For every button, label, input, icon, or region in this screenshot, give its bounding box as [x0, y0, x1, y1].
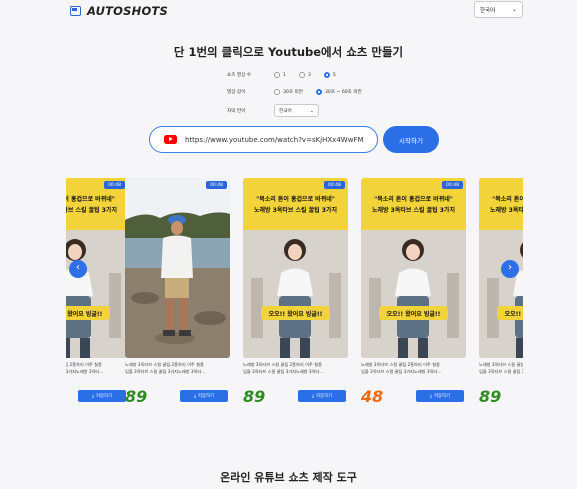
- duration-badge: 00:48: [206, 181, 227, 189]
- duration-badge: 00:48: [442, 181, 463, 189]
- short-description: 노래방 3옥타브 스킬 꿀팁 2흥하리 이주 칠종 입을 3옥타브 스킬 꿀팁 …: [479, 362, 523, 374]
- viral-score: 89: [125, 387, 148, 406]
- video-thumbnail: "목소리 톤이 훙겁으로 바뀌네" 노래방 3옥타브 스킬 꿀팁 3가지 오오!…: [243, 178, 348, 358]
- save-button[interactable]: ⤓ 저장하기: [298, 390, 346, 402]
- short-card[interactable]: "목소리 톤이 훙겁으로 바뀌네" 노래방 3옥타브 스킬 꿀팁 3가지 오오!…: [479, 178, 523, 406]
- short-card[interactable]: 00:48 노래방 3옥타브 스킬 꿀팁 2흥하리 이주 칠종 입을 3옥타브 …: [125, 178, 230, 406]
- start-button[interactable]: 시작하기: [383, 126, 439, 153]
- save-button[interactable]: ⤓ 저장하기: [416, 390, 464, 402]
- caption-top: "목소리 톤이 훙겁으로 바뀌네": [66, 195, 115, 203]
- length-radio-30-60[interactable]: 30초 ~ 60초 미만: [316, 89, 362, 95]
- short-card[interactable]: "목소리 톤이 훙겁으로 바뀌네" 노래방 3옥타브 스킬 꿀팁 3가지 오오!…: [361, 178, 466, 406]
- caption-mid: 노래방 3옥타브 스킬 꿀팁 3가지: [490, 206, 523, 214]
- brand-name: AUTOSHOTS: [87, 4, 168, 18]
- caption-mid: 노래방 3옥타브 스킬 꿀팁 3가지: [372, 206, 455, 214]
- video-thumbnail: "목소리 톤이 훙겁으로 바뀌네" 노래방 3옥타브 스킬 꿀팁 3가지 오오!…: [361, 178, 466, 358]
- count-radio-1[interactable]: 1: [274, 72, 286, 78]
- chevron-down-icon: ⌄: [511, 6, 517, 13]
- download-icon: ⤓: [311, 394, 314, 399]
- download-icon: ⤓: [429, 394, 432, 399]
- subtitle-language-select[interactable]: 한국어 ⌄: [274, 104, 319, 117]
- caption-top: "목소리 톤이 훙겁으로 바뀌네": [374, 195, 453, 203]
- video-thumbnail-frame[interactable]: 00:48: [125, 178, 230, 358]
- caption-top: "목소리 톤이 훙겁으로 바뀌네": [492, 195, 523, 203]
- caption-bottom: 오오!! 왔어요 빙글!!: [269, 310, 323, 318]
- video-thumbnail: [125, 178, 230, 358]
- carousel-prev-button[interactable]: ‹: [69, 260, 87, 278]
- youtube-url-value: https://www.youtube.com/watch?v=sKjHXx4W…: [185, 135, 364, 144]
- length-radio-under-30[interactable]: 30초 미만: [274, 89, 303, 95]
- video-thumbnail-frame[interactable]: "목소리 톤이 훙겁으로 바뀌네" 노래방 3옥타브 스킬 꿀팁 3가지 오오!…: [243, 178, 348, 358]
- caption-bottom: 오오!! 왔어요 빙글!!: [387, 310, 441, 318]
- download-icon: ⤓: [193, 394, 196, 399]
- save-button[interactable]: ⤓ 저장하기: [180, 390, 228, 402]
- short-description: 노래방 3옥타브 스킬 꿀팁 2흥하리 이주 칠종 입을 3옥타브 스킬 꿀팁 …: [243, 362, 324, 374]
- duration-badge: 00:48: [324, 181, 345, 189]
- viral-score: 89: [479, 387, 502, 406]
- video-thumbnail-frame[interactable]: "목소리 톤이 훙겁으로 바뀌네" 노래방 3옥타브 스킬 꿀팁 3가지 오오!…: [361, 178, 466, 358]
- language-select[interactable]: 한국어 ⌄: [474, 1, 523, 18]
- caption-mid: 노래방 3옥타브 스킬 꿀팁 3가지: [254, 206, 337, 214]
- short-description: 노래방 3옥타브 스킬 꿀팁 2흥하리 이주 칠종 입을 3옥타브 스킬 꿀팁 …: [361, 362, 442, 374]
- viral-score: 89: [243, 387, 266, 406]
- caption-mid: 노래방 3옥타브 스킬 꿀팁 3가지: [66, 206, 117, 214]
- caption-bottom: 오오!! 왔어요 빙글!!: [505, 310, 523, 318]
- radio-icon: [298, 72, 305, 78]
- shorts-carousel: "목소리 톤이 훙겁으로 바뀌네" 노래방 3옥타브 스킬 꿀팁 3가지 오오!…: [66, 178, 523, 406]
- subtitle-language-row: 자막 언어 한국어 ⌄: [227, 104, 319, 117]
- count-radio-5[interactable]: 5: [323, 72, 336, 78]
- subtitle-language-label: 자막 언어: [227, 108, 246, 114]
- youtube-url-input[interactable]: https://www.youtube.com/watch?v=sKjHXx4W…: [149, 126, 378, 153]
- carousel-next-button[interactable]: ›: [501, 260, 519, 278]
- logo[interactable]: AUTOSHOTS: [70, 4, 168, 18]
- short-card[interactable]: "목소리 톤이 훙겁으로 바뀌네" 노래방 3옥타브 스킬 꿀팁 3가지 오오!…: [243, 178, 348, 406]
- shorts-count-label: 쇼츠 영상 수: [227, 73, 252, 78]
- duration-badge: 00:48: [104, 181, 125, 189]
- caption-bottom: 오오!! 왔어요 빙글!!: [66, 310, 102, 318]
- video-length-row: 영상 길이 30초 미만 30초 ~ 60초 미만: [227, 89, 375, 95]
- viral-score: 48: [361, 387, 384, 406]
- radio-checked-icon: [323, 72, 330, 78]
- save-button[interactable]: ⤓ 저장하기: [78, 390, 126, 402]
- radio-checked-icon: [316, 89, 322, 95]
- shorts-count-row: 쇼츠 영상 수 1 3 5: [227, 72, 349, 78]
- download-icon: ⤓: [91, 394, 94, 399]
- short-description: 노래방 3옥타브 스킬 꿀팁 2흥하리 이주 칠종 입을 3옥타브 스킬 꿀팁 …: [66, 362, 104, 374]
- header: AUTOSHOTS 한국어 ⌄: [0, 0, 577, 22]
- caption-top: "목소리 톤이 훙겁으로 바뀌네": [256, 195, 335, 203]
- radio-icon: [274, 89, 280, 95]
- section-title: 온라인 유튜브 쇼츠 제작 도구: [220, 471, 357, 484]
- count-radio-3[interactable]: 3: [298, 72, 311, 78]
- radio-icon: [274, 72, 280, 78]
- chevron-down-icon: ⌄: [309, 108, 314, 114]
- short-description: 노래방 3옥타브 스킬 꿀팁 2흥하리 이주 칠종 입을 3옥타브 스킬 꿀팁 …: [125, 362, 206, 374]
- video-length-label: 영상 길이: [227, 90, 246, 95]
- page-title: 단 1번의 클릭으로 Youtube에서 쇼츠 만들기: [173, 45, 404, 59]
- youtube-icon: [164, 135, 177, 144]
- language-select-value: 한국어: [480, 7, 496, 14]
- logo-icon: [70, 6, 81, 16]
- short-card[interactable]: "목소리 톤이 훙겁으로 바뀌네" 노래방 3옥타브 스킬 꿀팁 3가지 오오!…: [66, 178, 128, 406]
